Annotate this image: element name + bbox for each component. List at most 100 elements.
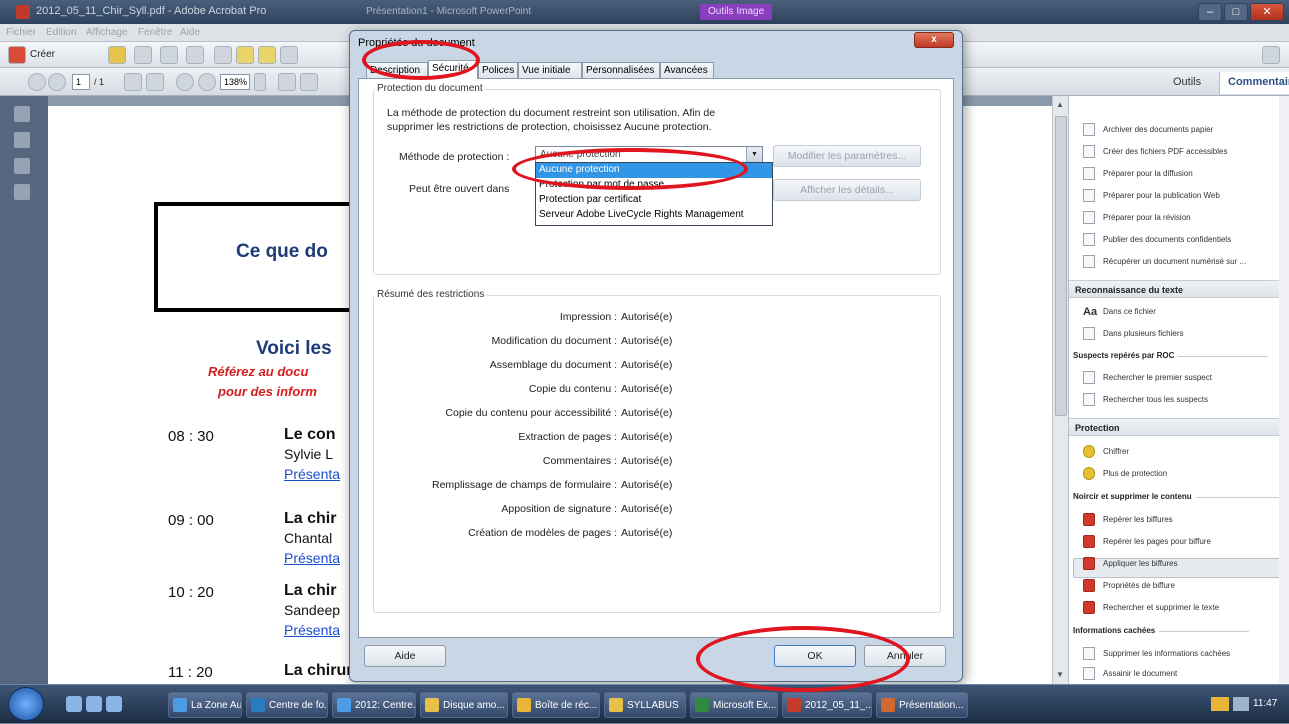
- zoom-in-icon[interactable]: [198, 73, 216, 91]
- doc-note-line-1: Référez au docu: [208, 364, 309, 379]
- session-link[interactable]: Présenta: [284, 622, 340, 638]
- menu-affichage[interactable]: Affichage: [86, 27, 128, 38]
- highlight-icon[interactable]: [258, 46, 276, 64]
- section-ocr[interactable]: Reconnaissance du texte: [1069, 280, 1289, 298]
- redact-subheading: Noircir et supprimer le contenu: [1073, 492, 1286, 501]
- close-window-button[interactable]: ✕: [1250, 3, 1284, 21]
- taskbar-item[interactable]: Boîte de réc...: [512, 692, 600, 718]
- taskbar-item[interactable]: Centre de fo...: [246, 692, 328, 718]
- page-number-input[interactable]: 1: [72, 74, 90, 90]
- signatures-icon[interactable]: [14, 184, 30, 200]
- tab-personnalisees[interactable]: Personnalisées: [582, 62, 660, 78]
- document-icon: [1083, 647, 1095, 660]
- menu-fichier[interactable]: Fichier: [6, 27, 36, 38]
- session-link[interactable]: Présenta: [284, 466, 340, 482]
- hand-tool-icon[interactable]: [146, 73, 164, 91]
- sanitize-icon: [1083, 667, 1095, 680]
- taskbar-item[interactable]: Microsoft Ex...: [690, 692, 778, 718]
- help-button[interactable]: Aide: [364, 645, 446, 667]
- restriction-value: Autorisé(e): [621, 335, 673, 347]
- create-button[interactable]: Créer: [30, 49, 55, 60]
- scroll-up-icon[interactable]: ▲: [1056, 100, 1064, 109]
- taskbar-item[interactable]: Disque amo...: [420, 692, 508, 718]
- scroll-thumb[interactable]: [1055, 116, 1067, 416]
- prev-page-icon[interactable]: [28, 73, 46, 91]
- select-tool-icon[interactable]: [124, 73, 142, 91]
- doc-note-line-2: pour des inform: [218, 384, 317, 399]
- scroll-down-icon[interactable]: ▼: [1056, 670, 1064, 679]
- show-desktop-icon[interactable]: [66, 696, 82, 712]
- session-speaker: Chantal: [284, 530, 333, 546]
- taskbar-item[interactable]: 2012: Centre...: [332, 692, 416, 718]
- document-scrollbar[interactable]: ▲ ▼: [1052, 96, 1068, 684]
- tab-vue-initiale[interactable]: Vue initiale: [518, 62, 582, 78]
- session-title: La chir: [284, 510, 337, 527]
- menu-edition[interactable]: Edition: [46, 27, 77, 38]
- tab-polices[interactable]: Polices: [478, 62, 518, 78]
- dialog-close-button[interactable]: x: [914, 32, 954, 48]
- network-icon[interactable]: [1233, 697, 1249, 711]
- maximize-button[interactable]: □: [1224, 3, 1248, 21]
- fit-width-icon[interactable]: [300, 73, 318, 91]
- section-protection[interactable]: Protection: [1069, 418, 1289, 436]
- email-icon[interactable]: [186, 46, 204, 64]
- fit-page-icon[interactable]: [278, 73, 296, 91]
- session-title: Le con: [284, 426, 336, 443]
- acrobat-icon: [16, 5, 30, 19]
- comment-icon[interactable]: [236, 46, 254, 64]
- restriction-value: Autorisé(e): [621, 503, 673, 515]
- option-password-protection[interactable]: Protection par mot de passe: [536, 178, 772, 193]
- tab-avancees[interactable]: Avancées: [660, 62, 714, 78]
- ok-button[interactable]: OK: [774, 645, 856, 667]
- save-icon[interactable]: [134, 46, 152, 64]
- share-icon[interactable]: [280, 46, 298, 64]
- attachments-icon[interactable]: [14, 158, 30, 174]
- option-certificate-protection[interactable]: Protection par certificat: [536, 193, 772, 208]
- option-livecycle-server[interactable]: Serveur Adobe LiveCycle Rights Managemen…: [536, 208, 772, 223]
- minimize-button[interactable]: –: [1198, 3, 1222, 21]
- explorer-icon[interactable]: [86, 696, 102, 712]
- ocr-suspects-subheading: Suspects repérés par ROC: [1073, 351, 1270, 360]
- pages-icon[interactable]: [14, 106, 30, 122]
- modify-settings-button[interactable]: Modifier les paramètres...: [773, 145, 921, 167]
- zoom-level-input[interactable]: 138%: [220, 74, 250, 90]
- panel-scrollbar[interactable]: [1279, 96, 1289, 684]
- zoom-dropdown-icon[interactable]: [254, 73, 266, 91]
- tab-commentaire[interactable]: Commentaire: [1219, 72, 1289, 94]
- expand-icon[interactable]: [1262, 46, 1280, 64]
- zoom-out-icon[interactable]: [176, 73, 194, 91]
- browser-icon[interactable]: [106, 696, 122, 712]
- show-details-button[interactable]: Afficher les détails...: [773, 179, 921, 201]
- print-icon[interactable]: [160, 46, 178, 64]
- next-page-icon[interactable]: [48, 73, 66, 91]
- taskbar-item[interactable]: 2012_05_11_...: [782, 692, 872, 718]
- cancel-button[interactable]: Annuler: [864, 645, 946, 667]
- clock[interactable]: 11:47: [1253, 698, 1277, 709]
- document-icon: [1083, 255, 1095, 268]
- option-no-protection[interactable]: Aucune protection: [536, 163, 772, 178]
- tab-securite[interactable]: Sécurité: [428, 60, 478, 79]
- open-icon[interactable]: [108, 46, 126, 64]
- lock-icon: [1083, 445, 1095, 458]
- document-properties-dialog: Propriétés du document x Description Séc…: [349, 30, 963, 682]
- menu-fenetre[interactable]: Fenêtre: [138, 27, 172, 38]
- restriction-value: Autorisé(e): [621, 479, 673, 491]
- menu-aide[interactable]: Aide: [180, 27, 200, 38]
- redact-icon: [1083, 535, 1095, 548]
- document-icon: [1083, 167, 1095, 180]
- start-button[interactable]: [8, 687, 44, 721]
- outlook-icon: [517, 698, 531, 712]
- restriction-label: Remplissage de champs de formulaire :: [431, 479, 617, 491]
- tab-outils[interactable]: Outils: [1165, 72, 1209, 92]
- text-icon: Aa: [1083, 306, 1098, 318]
- tray-app-icon[interactable]: [1211, 697, 1229, 711]
- taskbar-item[interactable]: SYLLABUS: [604, 692, 686, 718]
- taskbar-item[interactable]: La Zone Au...: [168, 692, 242, 718]
- doc-heading: Ce que do: [236, 241, 328, 262]
- create-icon[interactable]: [8, 46, 26, 64]
- taskbar-item[interactable]: Présentation...: [876, 692, 968, 718]
- settings-icon[interactable]: [214, 46, 232, 64]
- bookmarks-icon[interactable]: [14, 132, 30, 148]
- tab-description[interactable]: Description: [366, 62, 428, 78]
- session-link[interactable]: Présenta: [284, 550, 340, 566]
